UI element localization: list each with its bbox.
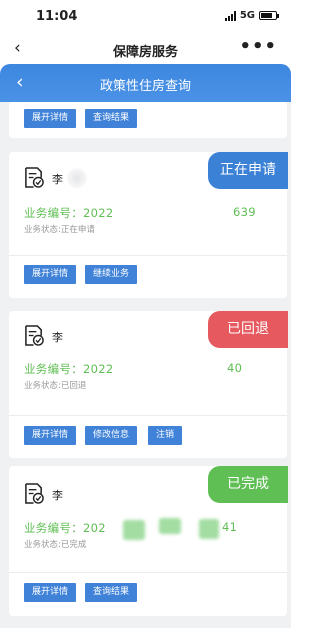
divider — [9, 415, 287, 416]
business-status: 业务状态:已完成 — [24, 540, 87, 550]
blurred-avatar — [67, 168, 87, 188]
record-card-partial: 展开详情 查询结果 — [9, 102, 287, 138]
document-icon — [25, 167, 44, 188]
expand-details-button[interactable]: 展开详情 — [24, 109, 77, 128]
record-card: 李 业务编号：202 41 业务状态:已完成 已完成 展开详情 查询结果 — [9, 466, 288, 616]
redaction-mask — [149, 202, 209, 220]
network-type: 5G — [239, 10, 255, 21]
document-icon — [25, 483, 44, 504]
query-result-button[interactable]: 查询结果 — [85, 109, 138, 128]
battery-icon — [259, 11, 279, 20]
business-status: 业务状态:已回退 — [24, 381, 87, 391]
status-indicators: 5G — [224, 10, 279, 21]
record-list: 展开详情 查询结果 李 业务编号：2022 639 业务状态:正在申请 正在申请… — [0, 102, 291, 628]
blur-patch — [123, 520, 145, 540]
business-number-end: 41 — [222, 520, 238, 534]
applicant-name: 李 — [52, 489, 63, 502]
applicant-name: 李 — [52, 173, 63, 186]
business-number-end: 40 — [227, 361, 243, 375]
divider — [9, 255, 287, 256]
applicant-name: 李 — [52, 331, 63, 344]
page-title: 政策性住房查询 — [99, 79, 191, 94]
status-badge: 正在申请 — [208, 152, 288, 189]
status-bar: 11:04 5G — [0, 0, 291, 34]
signal-icon — [224, 10, 236, 21]
continue-business-button[interactable]: 继续业务 — [85, 265, 138, 284]
status-badge: 已回退 — [208, 311, 288, 348]
business-number: 业务编号：2022 — [24, 362, 114, 376]
business-number: 业务编号：2022 — [24, 206, 114, 220]
expand-details-button[interactable]: 展开详情 — [24, 583, 77, 602]
status-time: 11:04 — [36, 9, 78, 24]
divider — [9, 572, 287, 573]
more-icon[interactable]: ••• — [239, 36, 277, 57]
app-header: ‹ 保障房服务 ••• — [0, 34, 291, 64]
business-status: 业务状态:正在申请 — [24, 225, 95, 235]
expand-details-button[interactable]: 展开详情 — [24, 265, 77, 284]
redaction-mask — [149, 358, 227, 376]
blur-patch — [159, 518, 181, 534]
business-number-end: 639 — [233, 205, 256, 219]
query-result-button[interactable]: 查询结果 — [85, 583, 138, 602]
nav-bar: ‹ 政策性住房查询 — [0, 64, 291, 102]
expand-details-button[interactable]: 展开详情 — [24, 426, 77, 445]
document-icon — [25, 325, 44, 346]
record-card: 李 业务编号：2022 40 业务状态:已回退 已回退 展开详情 修改信息 注销 — [9, 311, 288, 458]
cancel-record-button[interactable]: 注销 — [148, 426, 183, 445]
status-badge: 已完成 — [208, 466, 288, 503]
record-card: 李 业务编号：2022 639 业务状态:正在申请 正在申请 展开详情 继续业务 — [9, 152, 288, 298]
blur-patch — [199, 519, 219, 539]
modify-info-button[interactable]: 修改信息 — [85, 426, 138, 445]
business-number: 业务编号：202 — [24, 521, 106, 535]
